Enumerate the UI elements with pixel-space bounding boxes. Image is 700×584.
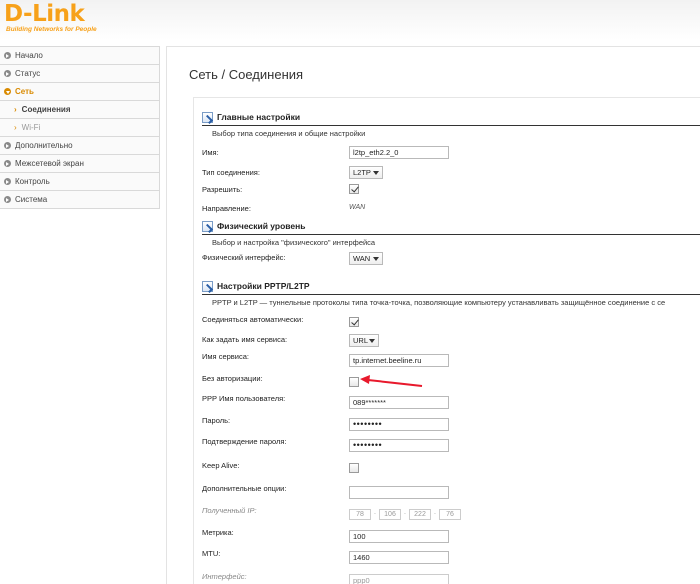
direction-value: WAN <box>349 204 366 211</box>
connection-name-input[interactable]: l2tp_eth2.2_0 <box>349 146 449 159</box>
collapse-section-icon <box>202 111 213 123</box>
ppp-username-label: PPP Имя пользователя: <box>202 394 286 403</box>
password-confirm-input[interactable]: •••••••• <box>349 439 449 452</box>
metric-input[interactable]: 100 <box>349 530 449 543</box>
received-ip-label: Полученный IP: <box>202 506 257 515</box>
dlink-logo[interactable]: D-Link Building Networks for People <box>4 2 97 34</box>
nav-item-label: Межсетевой экран <box>15 159 84 168</box>
ip-separator: . <box>434 509 436 516</box>
nav-item-firewall[interactable]: Межсетевой экран <box>0 155 160 173</box>
service-name-input[interactable]: tp.internet.beeline.ru <box>349 354 449 367</box>
nav-item-system[interactable]: Система <box>0 191 160 209</box>
connection-type-label: Тип соединения: <box>202 168 260 177</box>
ppp-username-input[interactable]: 089******* <box>349 396 449 409</box>
section-divider <box>202 125 700 126</box>
collapse-arrow-icon <box>4 88 11 95</box>
name-label: Имя: <box>202 148 219 157</box>
ip-octet-2: 106 <box>379 509 401 520</box>
nav-item-label: Начало <box>15 51 43 60</box>
nav-item-control[interactable]: Контроль <box>0 173 160 191</box>
connection-type-select[interactable]: L2TP <box>349 166 383 179</box>
physical-interface-label: Физический интерфейс: <box>202 253 286 262</box>
section-title: Настройки PPTP/L2TP <box>217 281 310 291</box>
section-header-pptp[interactable]: Настройки PPTP/L2TP <box>202 279 310 293</box>
dropdown-arrow-icon <box>373 257 379 261</box>
service-name-label: Имя сервиса: <box>202 352 249 361</box>
section-title: Главные настройки <box>217 112 301 122</box>
enable-label: Разрешить: <box>202 185 243 194</box>
expand-arrow-icon <box>4 142 11 149</box>
select-value: URL <box>353 336 369 345</box>
metric-label: Метрика: <box>202 528 234 537</box>
section-description: Выбор и настройка "физического" интерфей… <box>212 238 376 247</box>
dropdown-arrow-icon <box>369 339 375 343</box>
collapse-section-icon <box>202 280 213 292</box>
annotation-arrow-icon <box>360 375 423 387</box>
mtu-input[interactable]: 1460 <box>349 551 449 564</box>
nav-item-label: Дополнительно <box>15 141 73 150</box>
nav-subitem-wifi[interactable]: › Wi-Fi <box>0 119 160 137</box>
dropdown-arrow-icon <box>373 171 379 175</box>
ip-octet-3: 222 <box>409 509 431 520</box>
keepalive-checkbox[interactable] <box>349 463 359 473</box>
extra-options-label: Дополнительные опции: <box>202 484 287 493</box>
collapse-section-icon <box>202 220 213 232</box>
nav-item-label: Сеть <box>15 87 34 96</box>
service-mode-label: Как задать имя сервиса: <box>202 335 288 344</box>
extra-options-input[interactable] <box>349 486 449 499</box>
nav-item-status[interactable]: Статус <box>0 65 160 83</box>
select-value: L2TP <box>353 168 371 177</box>
expand-arrow-icon <box>4 52 11 59</box>
nav-item-label: Wi-Fi <box>21 123 41 132</box>
nav-item-label: Статус <box>15 69 41 78</box>
header: D-Link Building Networks for People <box>0 0 700 40</box>
logo-tagline: Building Networks for People <box>6 26 97 33</box>
page-title: Сеть / Соединения <box>189 67 304 82</box>
auto-connect-label: Соединяться автоматически: <box>202 315 304 324</box>
chevron-right-icon: › <box>14 105 17 114</box>
nav-item-label: Контроль <box>15 177 50 186</box>
section-description: Выбор типа соединения и общие настройки <box>212 129 366 138</box>
keepalive-label: Keep Alive: <box>202 461 240 470</box>
expand-arrow-icon <box>4 196 11 203</box>
expand-arrow-icon <box>4 160 11 167</box>
settings-panel: Главные настройки Выбор типа соединения … <box>193 97 700 584</box>
physical-interface-select[interactable]: WAN <box>349 252 383 265</box>
nav-item-label: Система <box>15 195 48 204</box>
enable-checkbox[interactable] <box>349 184 359 194</box>
ip-octet-1: 78 <box>349 509 371 520</box>
chevron-right-icon: › <box>14 123 17 132</box>
no-auth-label: Без авторизации: <box>202 374 263 383</box>
password-label: Пароль: <box>202 416 231 425</box>
auto-connect-checkbox[interactable] <box>349 317 359 327</box>
ip-separator: . <box>374 509 376 516</box>
interface-input: ppp0 <box>349 574 449 584</box>
logo-text: D-Link <box>4 1 85 27</box>
sidebar: Начало Статус Сеть › Соединения › Wi-Fi … <box>0 46 160 209</box>
password-input[interactable]: •••••••• <box>349 418 449 431</box>
section-divider <box>202 234 700 235</box>
nav-item-advanced[interactable]: Дополнительно <box>0 137 160 155</box>
expand-arrow-icon <box>4 70 11 77</box>
section-header-physical[interactable]: Физический уровень <box>202 219 305 233</box>
section-divider <box>202 294 700 295</box>
nav-item-network[interactable]: Сеть <box>0 83 160 101</box>
main-content: Сеть / Соединения Главные настройки Выбо… <box>166 46 700 584</box>
password-confirm-label: Подтверждение пароля: <box>202 437 287 446</box>
section-title: Физический уровень <box>217 221 306 231</box>
service-mode-select[interactable]: URL <box>349 334 379 347</box>
interface-label: Интерфейс: <box>202 572 247 581</box>
section-description: PPTP и L2TP — туннельные протоколы типа … <box>212 298 666 307</box>
expand-arrow-icon <box>4 178 11 185</box>
nav-subitem-connections[interactable]: › Соединения <box>0 101 160 119</box>
mtu-label: MTU: <box>202 549 221 558</box>
section-header-main[interactable]: Главные настройки <box>202 110 300 124</box>
nav-item-home[interactable]: Начало <box>0 47 160 65</box>
select-value: WAN <box>353 254 371 263</box>
direction-label: Направление: <box>202 204 251 213</box>
ip-octet-4: 76 <box>439 509 461 520</box>
ip-separator: . <box>404 509 406 516</box>
nav-item-label: Соединения <box>21 105 71 114</box>
